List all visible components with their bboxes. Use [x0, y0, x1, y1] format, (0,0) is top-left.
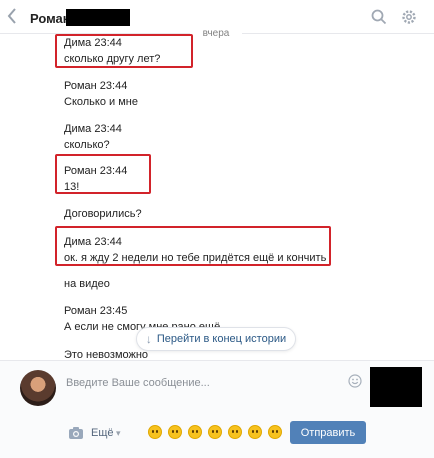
message-text: на видео	[64, 278, 110, 290]
chevron-left-icon[interactable]	[6, 6, 22, 26]
highlight-box	[55, 34, 193, 68]
jump-to-end-button[interactable]: ↓ Перейти в конец истории	[136, 327, 296, 351]
message-author-time: Роман 23:44	[64, 80, 128, 92]
message: Роман 23:44 Сколько и мне	[64, 78, 138, 110]
message: на видео	[64, 276, 110, 292]
message-text: Договорились?	[64, 208, 142, 220]
send-button[interactable]: Отправить	[290, 421, 366, 444]
smile-icon[interactable]	[348, 374, 362, 388]
emoji-icon[interactable]	[228, 425, 242, 439]
message-input[interactable]: Введите Ваше сообщение...	[66, 368, 366, 398]
camera-icon[interactable]	[68, 426, 84, 440]
highlight-box	[55, 226, 331, 266]
gear-icon[interactable]	[400, 8, 418, 26]
emoji-icon[interactable]	[188, 425, 202, 439]
message: Договорились?	[64, 206, 142, 222]
emoji-icon[interactable]	[248, 425, 262, 439]
redaction-box	[370, 367, 422, 407]
contact-name[interactable]: Роман	[30, 11, 71, 26]
message: Дима 23:44 сколько?	[64, 121, 122, 153]
highlight-box	[55, 154, 151, 194]
date-separator: вчера	[190, 28, 242, 39]
chevron-down-icon[interactable]: ▾	[116, 428, 121, 439]
emoji-icon[interactable]	[208, 425, 222, 439]
message-author-time: Роман 23:45	[64, 305, 128, 317]
more-attachments-button[interactable]: Ещё	[91, 427, 114, 439]
arrow-down-icon: ↓	[145, 332, 152, 346]
message-text: сколько?	[64, 139, 110, 151]
search-icon[interactable]	[370, 8, 388, 26]
message-author-time: Дима 23:44	[64, 123, 122, 135]
emoji-icon[interactable]	[148, 425, 162, 439]
redaction-box	[66, 9, 130, 26]
emoji-icon[interactable]	[168, 425, 182, 439]
avatar[interactable]	[20, 370, 56, 406]
message-text: Сколько и мне	[64, 96, 138, 108]
emoji-icon[interactable]	[268, 425, 282, 439]
jump-to-end-label: Перейти в конец истории	[156, 333, 287, 345]
